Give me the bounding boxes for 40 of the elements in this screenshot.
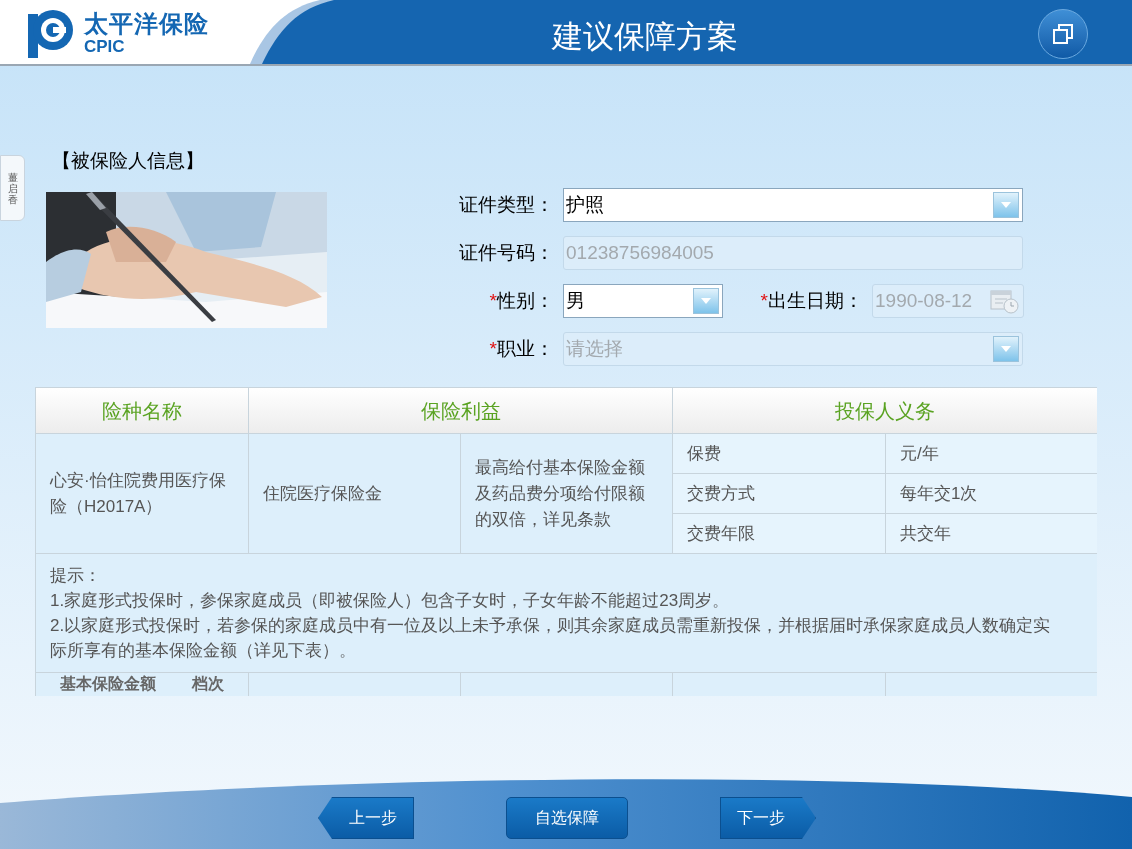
- required-mark: *: [489, 288, 497, 313]
- table-cell: 元/年: [885, 433, 1097, 474]
- table-cell: 共交年: [885, 513, 1097, 554]
- field-label: 证件号码：: [459, 240, 554, 265]
- dropdown-icon[interactable]: [693, 288, 719, 314]
- tip-text: 2.以家庭形式投保时，若参保的家庭成员中有一位及以上未予承保，则其余家庭成员需重新投保，并根据届时承保家庭成员人数确定实际所享有的基本保险金额（详见下表）。: [50, 615, 1052, 662]
- side-tab[interactable]: 薑启香: [0, 155, 25, 221]
- header-text: 基本保险金额: [60, 674, 156, 694]
- column-header: 投保人义务: [672, 387, 1097, 434]
- field-label: 性别：: [497, 288, 554, 313]
- table-cell: 每年交1次: [885, 473, 1097, 514]
- select-field[interactable]: 护照: [563, 188, 1023, 222]
- column-header: 保险利益: [248, 387, 673, 434]
- field-label: 出生日期：: [768, 288, 863, 313]
- logo-text: 太平洋保险: [84, 11, 209, 36]
- required-mark: *: [489, 336, 497, 361]
- table-cell: 心安·怡住院费用医疗保险（H2017A）: [35, 433, 249, 554]
- next-button[interactable]: 下一步: [720, 797, 816, 839]
- column-header: 险种名称: [35, 387, 249, 434]
- custom-plan-button[interactable]: 自选保障: [506, 797, 628, 839]
- table-cell: 交费年限: [672, 513, 886, 554]
- table-cell: 保费: [672, 433, 886, 474]
- logo-subtext: CPIC: [84, 37, 126, 55]
- table-cell: 交费方式: [672, 473, 886, 514]
- section-title: 【被保险人信息】: [52, 150, 205, 172]
- side-tab-label: 薑启香: [7, 171, 18, 205]
- header-text: 档次: [192, 674, 224, 694]
- previous-button[interactable]: 上一步: [318, 797, 414, 839]
- required-mark: *: [760, 288, 768, 313]
- window-title: 建议保障方案: [550, 18, 739, 56]
- logo-icon: [26, 8, 76, 58]
- field-label: 职业：: [497, 336, 554, 361]
- restore-icon: [1052, 23, 1074, 45]
- table-cell: 最高给付基本保险金额及药品费分项给付限额的双倍，详见条款: [460, 433, 673, 554]
- select-field[interactable]: 男: [563, 284, 723, 318]
- tip-text: 1.家庭形式投保时，参保家庭成员（即被保险人）包含子女时，子女年龄不能超过23周岁。: [50, 590, 731, 612]
- table-cell: 住院医疗保险金: [248, 433, 461, 554]
- tip-title: 提示：: [50, 565, 102, 587]
- dropdown-icon[interactable]: [993, 192, 1019, 218]
- field-label: 证件类型：: [459, 192, 554, 217]
